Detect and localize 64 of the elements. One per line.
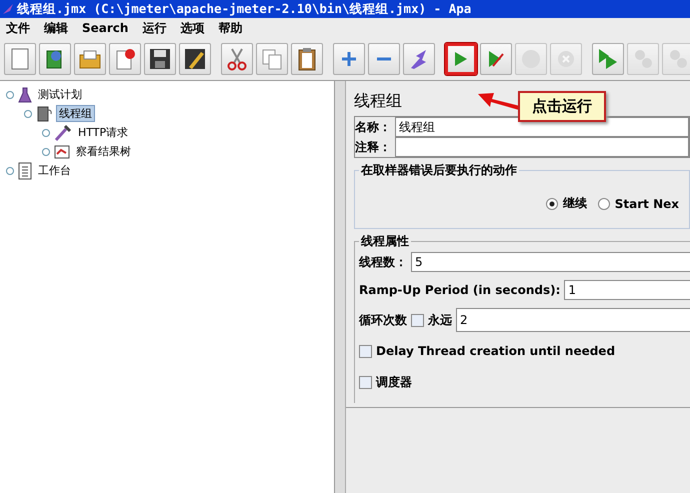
loop-count-field[interactable]: 2 (456, 308, 690, 332)
group-title: 在取样器错误后要执行的动作 (360, 162, 518, 179)
double-play-icon (597, 48, 619, 70)
window-title: 线程组.jmx (C:\jmeter\apache-jmeter-2.10\bin\线程组.jmx) - Apa (17, 1, 472, 17)
tree-item[interactable]: 线程组 (56, 105, 95, 122)
tree-item[interactable]: HTTP请求 (76, 125, 130, 140)
tree-item[interactable]: 工作台 (36, 163, 73, 178)
page-close-icon (114, 48, 136, 70)
toolbar-button[interactable] (291, 43, 323, 75)
tree-item[interactable]: 察看结果树 (74, 144, 133, 159)
plus-icon (340, 50, 358, 68)
radio-label: 继续 (562, 195, 587, 212)
menu-item[interactable]: 选项 (180, 20, 204, 36)
notepad-icon (18, 162, 32, 180)
checkbox[interactable] (359, 376, 372, 389)
checkbox[interactable] (359, 344, 372, 358)
radio-button[interactable] (598, 198, 610, 210)
play-slash-icon (487, 50, 505, 68)
pencil-page-icon (184, 48, 206, 70)
name-field[interactable]: 线程组 (395, 117, 689, 137)
checkbox-label: 永远 (428, 312, 452, 328)
rampup-field[interactable]: 1 (564, 280, 690, 300)
feather-icon (2, 3, 14, 15)
panel-title: 线程组 (354, 91, 402, 112)
menu-item[interactable]: 帮助 (218, 20, 242, 36)
tree-handle-icon (6, 166, 14, 174)
field-label: 线程数： (359, 254, 407, 270)
copy-icon (261, 48, 283, 70)
field-label: 名称： (355, 118, 391, 136)
checkbox[interactable] (411, 314, 424, 326)
radio-button[interactable] (546, 198, 558, 210)
minus-icon (375, 56, 393, 62)
field-label: 注释： (355, 138, 391, 156)
folder-icon (79, 49, 101, 69)
close-circle-icon (557, 50, 575, 68)
chart-icon (54, 144, 70, 158)
tree-handle-icon (42, 128, 50, 136)
toolbar-button[interactable] (144, 43, 176, 75)
group-title: 线程属性 (360, 233, 410, 250)
radio-label: Start Nex (614, 196, 679, 210)
menu-item[interactable]: 编辑 (44, 20, 68, 36)
checkbox-label: 调度器 (376, 374, 412, 391)
field-label: 循环次数 (359, 312, 407, 328)
menu-item[interactable]: 文件 (6, 20, 30, 36)
tree-item[interactable]: 测试计划 (36, 87, 84, 102)
toolbar-button[interactable] (480, 43, 512, 75)
toolbar-button[interactable] (179, 43, 211, 75)
tree-handle-icon (6, 90, 14, 98)
checkbox-label: Delay Thread creation until needed (376, 344, 616, 358)
tree-handle-icon (42, 148, 50, 156)
field-label: Ramp-Up Period (in seconds): (359, 283, 560, 297)
play-icon (454, 51, 468, 67)
flask-icon (18, 86, 32, 102)
toolbar-button[interactable] (221, 43, 253, 75)
menu-item[interactable]: Search (82, 21, 128, 35)
comment-field[interactable] (395, 137, 689, 157)
callout-text: 点击运行 (518, 91, 606, 122)
clipboard-icon (297, 47, 317, 71)
menu-item[interactable]: 运行 (142, 20, 166, 36)
toolbar-button[interactable] (39, 43, 71, 75)
scissors-icon (226, 47, 248, 71)
threads-field[interactable]: 5 (411, 252, 690, 272)
blank-page-icon (10, 48, 30, 70)
tree-handle-icon (24, 110, 32, 118)
